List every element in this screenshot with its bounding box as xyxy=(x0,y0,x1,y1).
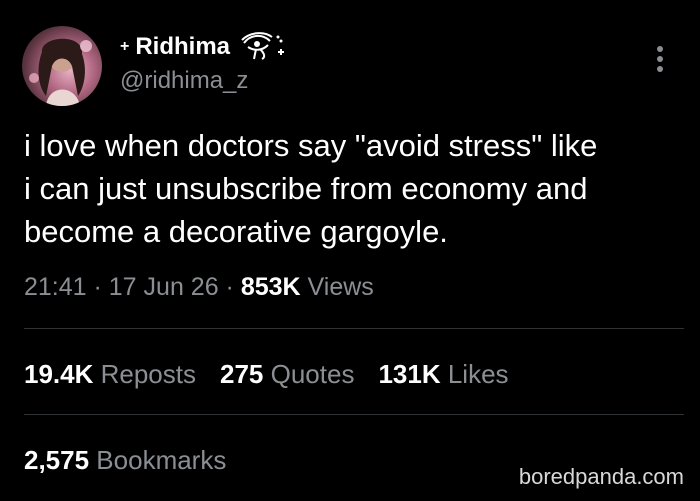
views-count: 853K xyxy=(240,273,301,301)
quotes-count: 275 xyxy=(220,359,264,389)
likes-stat[interactable]: 131K Likes xyxy=(378,356,508,392)
divider xyxy=(24,328,684,329)
likes-label: Likes xyxy=(440,359,509,389)
watermark: boredpanda.com xyxy=(518,464,684,489)
eye-of-horus-icon xyxy=(241,32,285,60)
sparkle-prefix: + xyxy=(120,38,130,55)
bookmarks-count: 2,575 xyxy=(24,445,90,475)
meta-separator: · xyxy=(86,273,109,301)
tweet-time[interactable]: 21:41 xyxy=(24,273,87,301)
tweet-meta: 21:41 · 17 Jun 26 · 853K Views xyxy=(24,270,374,304)
reposts-stat[interactable]: 19.4K Reposts xyxy=(24,356,196,392)
meta-separator: · xyxy=(218,273,241,301)
avatar[interactable] xyxy=(22,26,102,106)
tweet-text: i love when doctors say "avoid stress" l… xyxy=(24,128,598,249)
author-block: + Ridhima @ridhima_z xyxy=(120,30,286,96)
divider xyxy=(24,414,684,415)
engagement-stats: 19.4K Reposts 275 Quotes 131K Likes xyxy=(24,356,533,392)
tweet-card: + Ridhima @ridhima_z i love when doctors… xyxy=(0,0,700,501)
reposts-label: Reposts xyxy=(93,359,196,389)
display-name[interactable]: Ridhima xyxy=(135,30,230,64)
avatar-image xyxy=(29,38,92,106)
reposts-count: 19.4K xyxy=(24,359,94,389)
bookmarks-label: Bookmarks xyxy=(89,445,227,475)
name-row: + Ridhima xyxy=(120,30,286,64)
likes-count: 131K xyxy=(378,359,441,389)
bookmarks-stat[interactable]: 2,575 Bookmarks xyxy=(24,442,226,478)
quotes-label: Quotes xyxy=(263,359,355,389)
user-handle[interactable]: @ridhima_z xyxy=(120,66,286,96)
more-options-icon[interactable] xyxy=(648,44,672,74)
tweet-date[interactable]: 17 Jun 26 xyxy=(109,273,219,301)
views-label: Views xyxy=(300,273,374,301)
quotes-stat[interactable]: 275 Quotes xyxy=(220,356,354,392)
